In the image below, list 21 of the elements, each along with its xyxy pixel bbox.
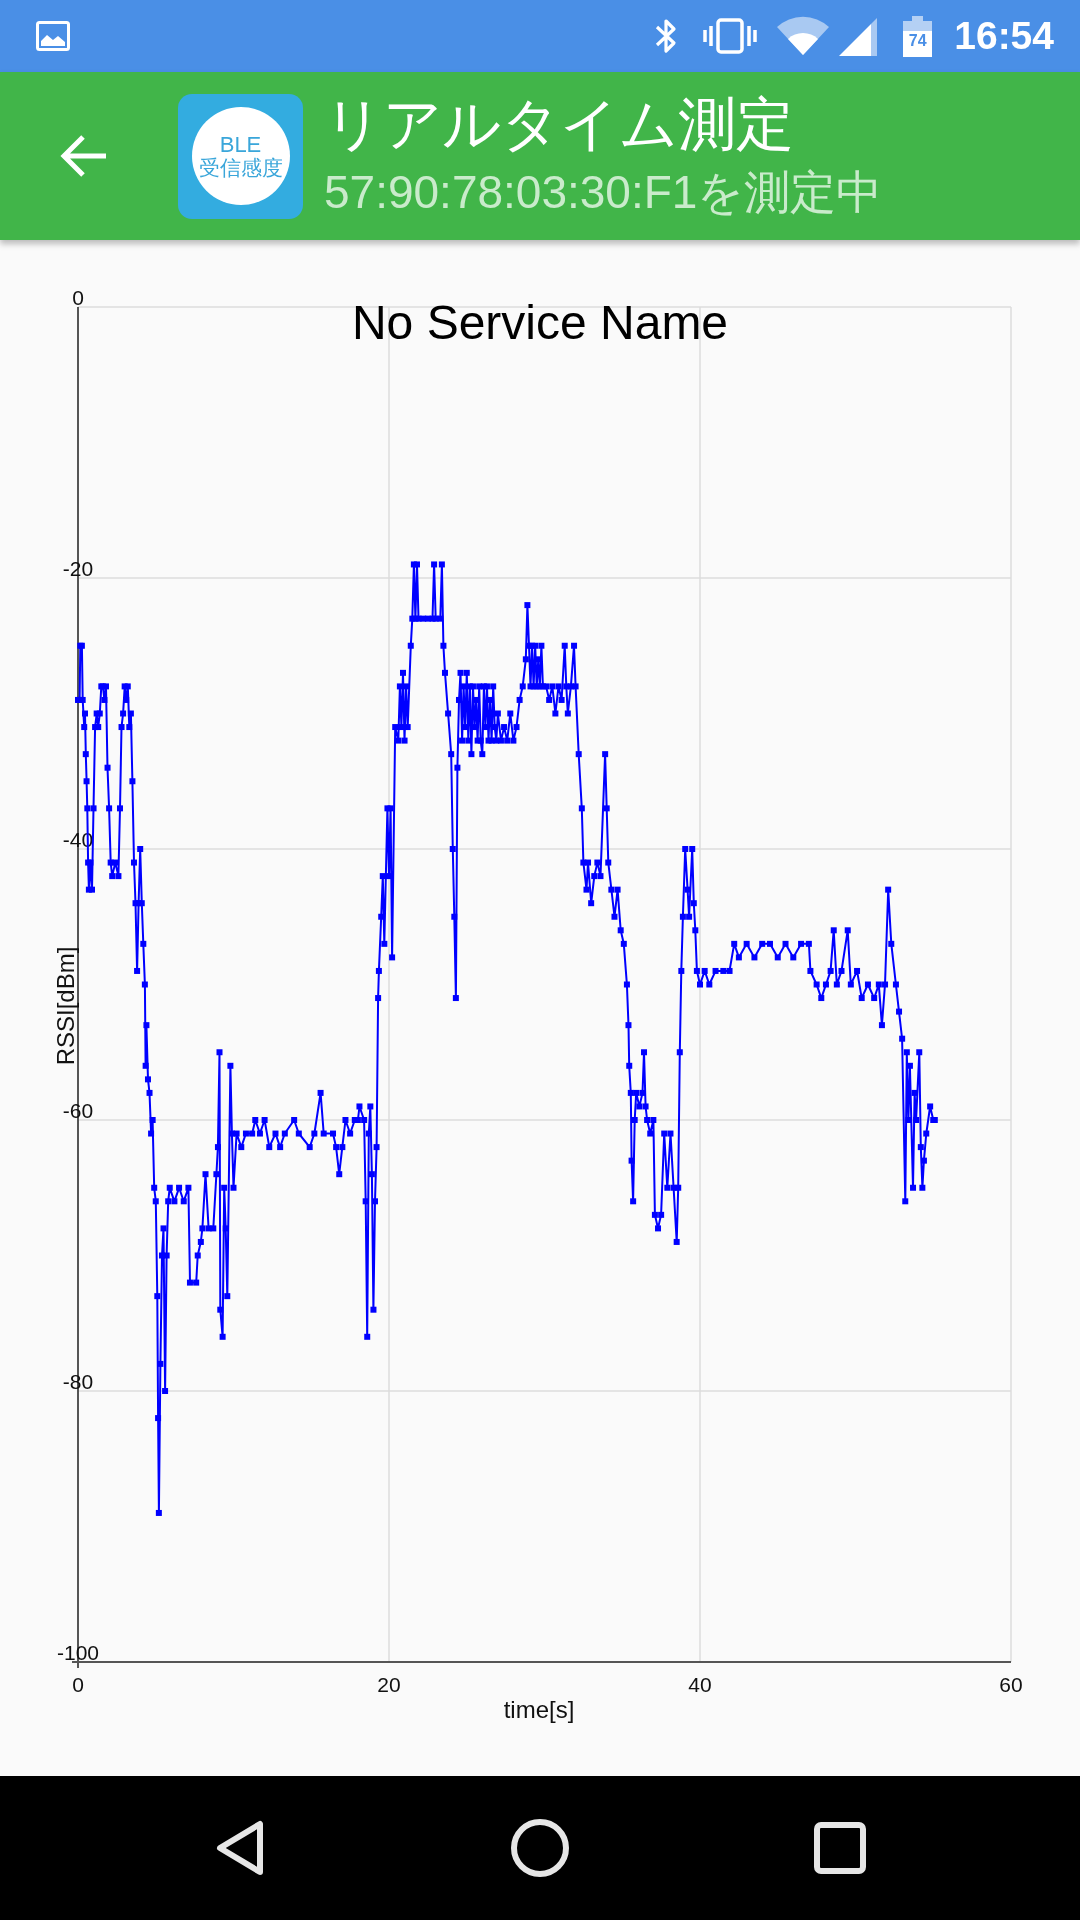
x-axis-label: time[s]: [503, 1696, 575, 1723]
back-triangle-icon: [215, 1820, 265, 1876]
wifi-icon: [776, 16, 831, 56]
x-tick-label: 40: [688, 1673, 712, 1696]
logo-text: BLE: [219, 132, 262, 156]
vibrate-icon: [703, 18, 758, 54]
chart-title: No Service Name: [351, 296, 729, 349]
battery-indicator: 74: [903, 15, 933, 57]
image-icon: [36, 21, 70, 51]
y-axis-label: RSSI[dBm]: [51, 946, 79, 1066]
back-arrow-icon: [58, 133, 108, 179]
x-tick-label: 60: [999, 1673, 1023, 1696]
home-circle-icon: [511, 1819, 569, 1877]
recents-square-icon: [814, 1822, 866, 1874]
status-time: 16:54: [954, 14, 1054, 58]
x-tick-label: 0: [72, 1673, 84, 1696]
x-tick-label: 20: [377, 1673, 401, 1696]
screen-title: リアルタイム測定: [324, 94, 795, 154]
y-tick-label: 0: [72, 286, 84, 309]
logo-text: 受信感度: [198, 155, 283, 180]
device-subtitle: 57:90:78:03:30:F1を測定中: [324, 166, 883, 218]
